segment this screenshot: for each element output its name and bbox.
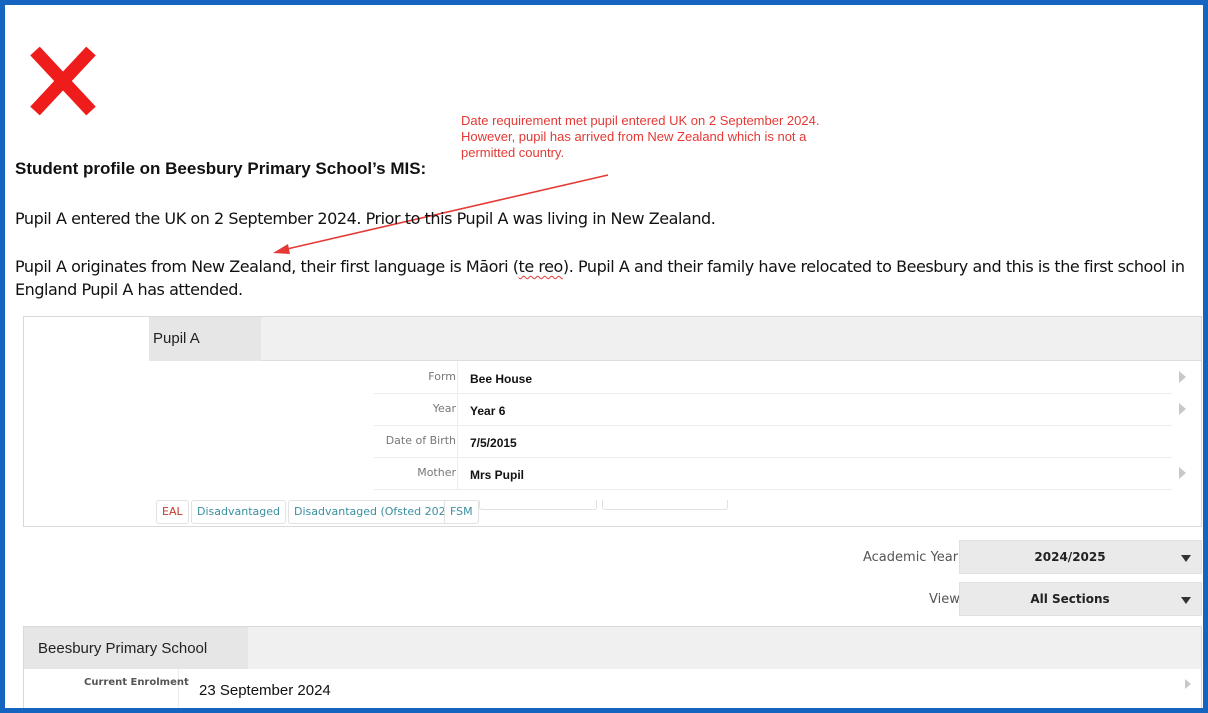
- field-value-dob: 7/5/2015: [470, 436, 517, 450]
- view-label: View: [929, 592, 960, 607]
- annotation-line-2: However, pupil has arrived from New Zeal…: [461, 129, 807, 144]
- tag-hidden: [602, 500, 728, 510]
- red-cross-icon: [30, 46, 96, 116]
- spellcheck-word: te reo: [518, 257, 564, 276]
- academic-year-label: Academic Year: [863, 550, 959, 565]
- field-value-form: Bee House: [470, 372, 533, 386]
- screenshot-frame: Date requirement met pupil entered UK on…: [0, 0, 1208, 713]
- view-value: All Sections: [1030, 592, 1110, 606]
- profile-heading: Student profile on Beesbury Primary Scho…: [15, 159, 427, 178]
- expand-arrow-icon[interactable]: [1179, 467, 1186, 479]
- enrolment-label: Current Enrolment: [84, 677, 189, 688]
- field-row-dob: Date of Birth 7/5/2015: [374, 426, 1172, 458]
- school-panel: Beesbury Primary School Current Enrolmen…: [23, 626, 1202, 708]
- pupil-name-tab[interactable]: Pupil A: [149, 317, 261, 361]
- field-row-mother[interactable]: Mother Mrs Pupil: [374, 458, 1186, 490]
- tag-disadvantaged-ofsted[interactable]: Disadvantaged (Ofsted 2023): [288, 500, 463, 524]
- tag-hidden: [479, 500, 597, 510]
- tag-fsm[interactable]: FSM: [444, 500, 479, 524]
- annotation-line-1: Date requirement met pupil entered UK on…: [461, 113, 820, 128]
- tag-disadvantaged[interactable]: Disadvantaged: [191, 500, 286, 524]
- expand-arrow-icon[interactable]: [1185, 679, 1191, 689]
- enrolment-value: 23 September 2024: [199, 682, 331, 699]
- caret-down-icon: [1181, 555, 1191, 562]
- view-select[interactable]: All Sections: [959, 582, 1202, 616]
- academic-year-value: 2024/2025: [1034, 550, 1106, 564]
- paragraph-origin: Pupil A originates from New Zealand, the…: [15, 255, 1203, 301]
- field-label-form: Form: [428, 370, 456, 383]
- enrolment-label-column: [24, 669, 179, 708]
- school-name: Beesbury Primary School: [38, 640, 208, 657]
- annotation-line-3: permitted country.: [461, 145, 565, 160]
- pupil-card: Pupil A Form Bee House Year Year 6 Date …: [23, 316, 1202, 527]
- tag-eal[interactable]: EAL: [156, 500, 189, 524]
- paragraph-origin-start: Pupil A originates from New Zealand, the…: [15, 257, 519, 276]
- field-row-form[interactable]: Form Bee House: [374, 362, 1186, 394]
- field-label-mother: Mother: [417, 466, 456, 479]
- paragraph-entry: Pupil A entered the UK on 2 September 20…: [15, 209, 716, 228]
- expand-arrow-icon[interactable]: [1179, 371, 1186, 383]
- field-row-year[interactable]: Year Year 6: [374, 394, 1186, 426]
- field-value-mother: Mrs Pupil: [470, 468, 525, 482]
- expand-arrow-icon[interactable]: [1179, 403, 1186, 415]
- annotation-note: Date requirement met pupil entered UK on…: [461, 113, 861, 161]
- field-label-dob: Date of Birth: [385, 434, 456, 447]
- pupil-photo-placeholder: [24, 317, 149, 361]
- pupil-name: Pupil A: [153, 330, 200, 347]
- school-tab[interactable]: Beesbury Primary School: [24, 627, 248, 669]
- field-value-year: Year 6: [470, 404, 506, 418]
- school-panel-header: Beesbury Primary School: [24, 627, 1201, 669]
- field-label-year: Year: [432, 402, 456, 415]
- academic-year-select[interactable]: 2024/2025: [959, 540, 1202, 574]
- caret-down-icon: [1181, 597, 1191, 604]
- pupil-card-header: Pupil A: [24, 317, 1201, 361]
